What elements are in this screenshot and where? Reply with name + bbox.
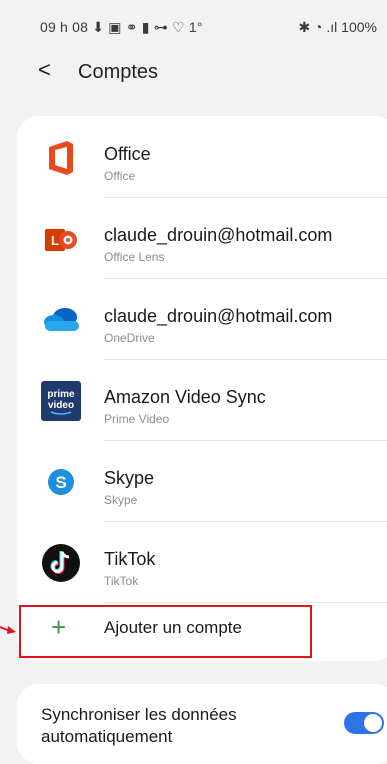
page-title: Comptes: [78, 61, 159, 83]
account-name: claude_drouin@hotmail.com: [104, 225, 333, 245]
sync-card: Synchroniser les données automatiquement: [17, 684, 387, 764]
account-row-office-lens[interactable]: L claude_drouin@hotmail.com Office Lens: [17, 197, 387, 278]
account-app: TikTok: [104, 574, 139, 588]
status-bar-left: 09 h 08 ⬇ ▣ ⚭ ▮ ⊶ ♡ 1°: [40, 19, 203, 35]
tiktok-icon: [42, 544, 80, 582]
account-row-onedrive[interactable]: claude_drouin@hotmail.com OneDrive: [17, 278, 387, 359]
prime-icon-line1: prime: [47, 389, 75, 400]
account-name: Skype: [104, 468, 155, 488]
account-app: Skype: [104, 493, 138, 507]
account-name: Amazon Video Sync: [104, 387, 266, 407]
svg-text:L: L: [51, 233, 59, 248]
arrow-icon: [0, 626, 16, 634]
sync-toggle[interactable]: [344, 712, 384, 734]
back-arrow-icon[interactable]: <: [38, 58, 51, 82]
highlight-box: [19, 605, 312, 658]
office-icon: [49, 141, 73, 175]
account-app: Office Lens: [104, 250, 165, 264]
toggle-knob: [364, 714, 382, 732]
svg-text:S: S: [55, 473, 66, 492]
status-bar-right: ✱ ◔ .ıl 100%: [298, 19, 377, 35]
account-app: OneDrive: [104, 331, 155, 345]
onedrive-icon: [44, 308, 79, 331]
account-row-office[interactable]: Office Office: [17, 116, 387, 197]
account-name: TikTok: [104, 549, 156, 569]
account-row-tiktok[interactable]: TikTok TikTok: [17, 521, 387, 602]
status-bar: 09 h 08 ⬇ ▣ ⚭ ▮ ⊶ ♡ 1° ✱ ◔ .ıl 100%: [0, 0, 387, 52]
divider: [104, 602, 387, 603]
account-app: Prime Video: [104, 412, 170, 426]
account-row-prime-video[interactable]: prime video Amazon Video Sync Prime Vide…: [17, 359, 387, 440]
accounts-card: Office Office L claude_drouin@hotmail.co…: [17, 116, 387, 661]
prime-video-icon: prime video: [41, 381, 81, 421]
skype-icon: S: [48, 469, 74, 495]
header: < Comptes: [0, 52, 387, 102]
office-lens-icon: L: [45, 229, 77, 251]
prime-icon-line2: video: [48, 400, 74, 411]
account-row-skype[interactable]: S Skype Skype: [17, 440, 387, 521]
account-name: claude_drouin@hotmail.com: [104, 306, 333, 326]
account-app: Office: [104, 169, 136, 183]
sync-label: Synchroniser les données automatiquement: [41, 705, 237, 746]
account-name: Office: [104, 144, 151, 164]
